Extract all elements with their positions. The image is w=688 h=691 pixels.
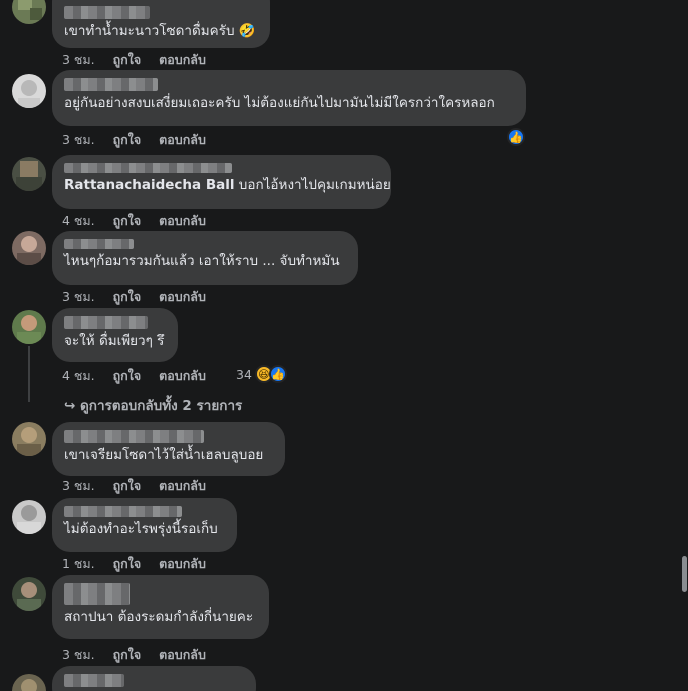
reaction-badge[interactable]: 👍: [507, 128, 525, 146]
avatar[interactable]: [12, 500, 46, 534]
commenter-name-blurred[interactable]: [64, 6, 150, 19]
like-icon: 👍: [507, 128, 525, 146]
like-link[interactable]: ถูกใจ: [113, 211, 142, 231]
comment-actions: 4 ชม. ถูกใจ ตอบกลับ: [62, 366, 220, 386]
reply-link[interactable]: ตอบกลับ: [159, 50, 206, 70]
comment-text: Rattanachaidecha Ball บอกไอ้หงาไปคุมเกมห…: [64, 176, 391, 194]
reply-link[interactable]: ตอบกลับ: [159, 645, 206, 665]
comment-text: เขาทำน้ำมะนาวโซดาดื่มครับ 🤣: [64, 23, 256, 39]
comment-bubble: ไหนๆก้อมารวมกันแล้ว เอาให้ราบ ... จับทำห…: [52, 231, 358, 285]
comment-time[interactable]: 3 ชม.: [62, 50, 95, 70]
comment-time[interactable]: 4 ชม.: [62, 211, 95, 231]
comment-text: ไม่ต้องทำอะไรพรุ่งนี้รอเก็บ: [64, 521, 218, 537]
comment-time[interactable]: 3 ชม.: [62, 130, 95, 150]
comment-actions: 3 ชม. ถูกใจ ตอบกลับ: [62, 476, 220, 496]
comment-actions: 3 ชม. ถูกใจ ตอบกลับ: [62, 50, 220, 70]
comment-bubble: ไม่ต้องทำอะไรพรุ่งนี้รอเก็บ: [52, 498, 237, 552]
comment-time[interactable]: 4 ชม.: [62, 366, 95, 386]
avatar[interactable]: [12, 157, 46, 191]
avatar[interactable]: [12, 0, 46, 24]
comments-panel: เขาทำน้ำมะนาวโซดาดื่มครับ 🤣 3 ชม. ถูกใจ …: [0, 0, 688, 691]
comment-bubble: เขาทำน้ำมะนาวโซดาดื่มครับ 🤣: [52, 0, 270, 48]
like-icon: 👍: [268, 365, 287, 383]
reply-link[interactable]: ตอบกลับ: [159, 211, 206, 231]
commenter-name-blurred[interactable]: [64, 506, 182, 517]
comment-text: อยู่กันอย่างสงบเสงี่ยมเถอะครับ ไม่ต้องแย…: [64, 95, 495, 111]
commenter-name-blurred[interactable]: [64, 163, 232, 173]
reply-link[interactable]: ตอบกลับ: [159, 476, 206, 496]
commenter-name-blurred[interactable]: [64, 239, 134, 249]
comment-text: เขาเจรียมโซดาไว้ใส่น้ำเฮลบลูบอย: [64, 447, 264, 463]
comment-actions: 3 ชม. ถูกใจ ตอบกลับ: [62, 645, 220, 665]
reaction-count: 34: [236, 366, 252, 382]
comment-text: จะให้ ดื่มเพียวๆ รึ: [64, 333, 165, 349]
avatar[interactable]: [12, 422, 46, 456]
like-link[interactable]: ถูกใจ: [113, 366, 142, 386]
comment-text-body: บอกไอ้หงาไปคุมเกมหน่อย: [234, 177, 391, 193]
comment-bubble: [52, 666, 256, 691]
comment-text: สถาปนา ต้องระดมกำลังกี่นายคะ: [64, 609, 254, 625]
comment-bubble: สถาปนา ต้องระดมกำลังกี่นายคะ: [52, 575, 269, 639]
avatar[interactable]: [12, 231, 46, 265]
commenter-name-blurred[interactable]: [64, 316, 148, 329]
comment-actions: 3 ชม. ถูกใจ ตอบกลับ: [62, 130, 220, 150]
commenter-name-blurred[interactable]: [64, 78, 158, 91]
comment-bubble: อยู่กันอย่างสงบเสงี่ยมเถอะครับ ไม่ต้องแย…: [52, 70, 526, 126]
reply-link[interactable]: ตอบกลับ: [159, 287, 206, 307]
reaction-badge[interactable]: 34 😆 👍: [236, 365, 287, 383]
reply-link[interactable]: ตอบกลับ: [159, 366, 206, 386]
like-link[interactable]: ถูกใจ: [113, 554, 142, 574]
reply-link[interactable]: ตอบกลับ: [159, 130, 206, 150]
like-link[interactable]: ถูกใจ: [113, 476, 142, 496]
commenter-name-blurred[interactable]: [64, 674, 124, 687]
avatar[interactable]: [12, 577, 46, 611]
mention-tag[interactable]: Rattanachaidecha Ball: [64, 177, 235, 193]
like-link[interactable]: ถูกใจ: [113, 287, 142, 307]
comment-time[interactable]: 3 ชม.: [62, 287, 95, 307]
view-replies-link[interactable]: ↪ ดูการตอบกลับทั้ง 2 รายการ: [64, 394, 242, 416]
comment-time[interactable]: 1 ชม.: [62, 554, 95, 574]
like-link[interactable]: ถูกใจ: [113, 50, 142, 70]
comment-actions: 1 ชม. ถูกใจ ตอบกลับ: [62, 554, 220, 574]
comment-time[interactable]: 3 ชม.: [62, 645, 95, 665]
reply-link[interactable]: ตอบกลับ: [159, 554, 206, 574]
comment-actions: 4 ชม. ถูกใจ ตอบกลับ: [62, 211, 220, 231]
like-link[interactable]: ถูกใจ: [113, 130, 142, 150]
scrollbar-thumb[interactable]: [682, 556, 687, 592]
avatar[interactable]: [12, 74, 46, 108]
comment-text: ไหนๆก้อมารวมกันแล้ว เอาให้ราบ ... จับทำห…: [64, 253, 340, 269]
comment-bubble: เขาเจรียมโซดาไว้ใส่น้ำเฮลบลูบอย: [52, 422, 285, 476]
commenter-name-blurred[interactable]: [64, 583, 130, 605]
like-link[interactable]: ถูกใจ: [113, 645, 142, 665]
comment-bubble: Rattanachaidecha Ball บอกไอ้หงาไปคุมเกมห…: [52, 155, 391, 209]
avatar[interactable]: [12, 674, 46, 691]
reply-thread-line: [28, 346, 30, 402]
avatar[interactable]: [12, 310, 46, 344]
comment-bubble: จะให้ ดื่มเพียวๆ รึ: [52, 308, 178, 362]
comment-time[interactable]: 3 ชม.: [62, 476, 95, 496]
commenter-name-blurred[interactable]: [64, 430, 204, 443]
comment-actions: 3 ชม. ถูกใจ ตอบกลับ: [62, 287, 220, 307]
